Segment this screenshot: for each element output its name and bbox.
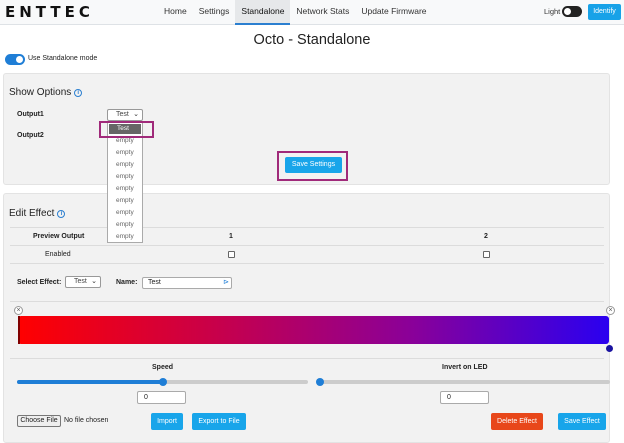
output-col-1: 1	[229, 233, 233, 240]
output1-select-value: Test	[116, 111, 129, 118]
no-file-label: No file chosen	[64, 417, 109, 424]
info-icon[interactable]: i	[57, 210, 66, 218]
gradient-stop-handle[interactable]	[606, 345, 613, 352]
output2-label: Output2	[17, 132, 44, 139]
save-effect-button[interactable]: Save Effect	[558, 413, 606, 430]
dropdown-option[interactable]: empty	[108, 231, 142, 243]
import-button[interactable]: Import	[151, 413, 183, 430]
table-divider	[10, 263, 604, 264]
output1-label: Output1	[17, 111, 44, 118]
invert-slider-thumb[interactable]	[316, 378, 324, 386]
page-title: Octo - Standalone	[253, 32, 371, 48]
standalone-mode-toggle[interactable]	[5, 54, 25, 65]
nav-links: Home Settings Standalone Network Stats U…	[158, 0, 433, 25]
remove-stop-icon[interactable]: ×	[14, 306, 23, 315]
info-icon[interactable]: i	[74, 89, 83, 97]
delete-effect-button[interactable]: Delete Effect	[491, 413, 543, 430]
output1-select[interactable]: Test ⌄	[107, 109, 143, 121]
preview-output-label: Preview Output	[33, 233, 85, 240]
speed-slider-fill	[17, 380, 163, 384]
nav-standalone[interactable]: Standalone	[235, 0, 291, 25]
theme-toggle-knob	[564, 8, 571, 15]
speed-label: Speed	[152, 364, 174, 371]
effect-name-value: Test	[148, 279, 161, 286]
edit-effect-title: Edit Effect i	[9, 208, 66, 219]
identify-button[interactable]: Identify	[588, 4, 621, 20]
select-effect-dropdown[interactable]: Test ⌄	[65, 276, 101, 288]
enttec-logo[interactable]: ENTTEC	[5, 3, 94, 21]
test-option-highlight	[99, 121, 154, 138]
dropdown-option[interactable]: empty	[108, 183, 142, 195]
show-options-title-text: Show Options	[9, 87, 72, 98]
table-divider	[10, 227, 604, 228]
dropdown-option[interactable]: empty	[108, 219, 142, 231]
gradient-start-marker[interactable]	[18, 316, 20, 344]
name-label: Name:	[116, 279, 138, 286]
effect-name-input[interactable]: Test ⊳	[142, 277, 232, 289]
speed-input[interactable]: 0	[137, 391, 186, 404]
enabled-checkbox-1[interactable]	[228, 251, 235, 258]
invert-label: Invert on LED	[442, 364, 488, 371]
export-button[interactable]: Export to File	[192, 413, 246, 430]
nav-settings[interactable]: Settings	[193, 0, 236, 25]
theme-toggle[interactable]	[562, 6, 582, 17]
dropdown-option[interactable]: empty	[108, 195, 142, 207]
table-divider	[10, 245, 604, 246]
nav-update-firmware[interactable]: Update Firmware	[355, 0, 432, 25]
speed-slider[interactable]	[17, 378, 308, 386]
effect-gradient-bar[interactable]	[18, 316, 609, 344]
enabled-label: Enabled	[45, 251, 71, 258]
select-effect-label: Select Effect:	[17, 279, 62, 286]
nav-network-stats[interactable]: Network Stats	[290, 0, 355, 25]
output1-dropdown-list: Test empty empty empty empty empty empty…	[107, 122, 143, 243]
choose-file-button[interactable]: Choose File	[17, 415, 61, 427]
dropdown-option[interactable]: empty	[108, 147, 142, 159]
output-col-2: 2	[484, 233, 488, 240]
show-options-title: Show Options i	[9, 87, 83, 98]
enabled-checkbox-2[interactable]	[483, 251, 490, 258]
chevron-down-icon: ⌄	[133, 111, 139, 118]
invert-input[interactable]: 0	[440, 391, 489, 404]
save-settings-highlight	[277, 151, 348, 181]
dropdown-option[interactable]: empty	[108, 207, 142, 219]
dropdown-option[interactable]: empty	[108, 159, 142, 171]
section-divider	[10, 301, 604, 302]
standalone-mode-label: Use Standalone mode	[28, 55, 98, 62]
speed-slider-thumb[interactable]	[158, 378, 167, 386]
nav-home[interactable]: Home	[158, 0, 193, 25]
standalone-mode-knob	[16, 56, 23, 63]
edit-effect-title-text: Edit Effect	[9, 208, 55, 219]
dropdown-option[interactable]: empty	[108, 171, 142, 183]
autofill-icon: ⊳	[223, 279, 229, 286]
chevron-down-icon: ⌄	[91, 278, 97, 285]
invert-slider[interactable]	[316, 378, 610, 386]
top-navbar: ENTTEC Home Settings Standalone Network …	[0, 0, 624, 25]
theme-label: Light	[544, 7, 561, 16]
select-effect-value: Test	[74, 278, 87, 285]
remove-stop-icon[interactable]: ×	[606, 306, 615, 315]
section-divider	[10, 358, 604, 359]
